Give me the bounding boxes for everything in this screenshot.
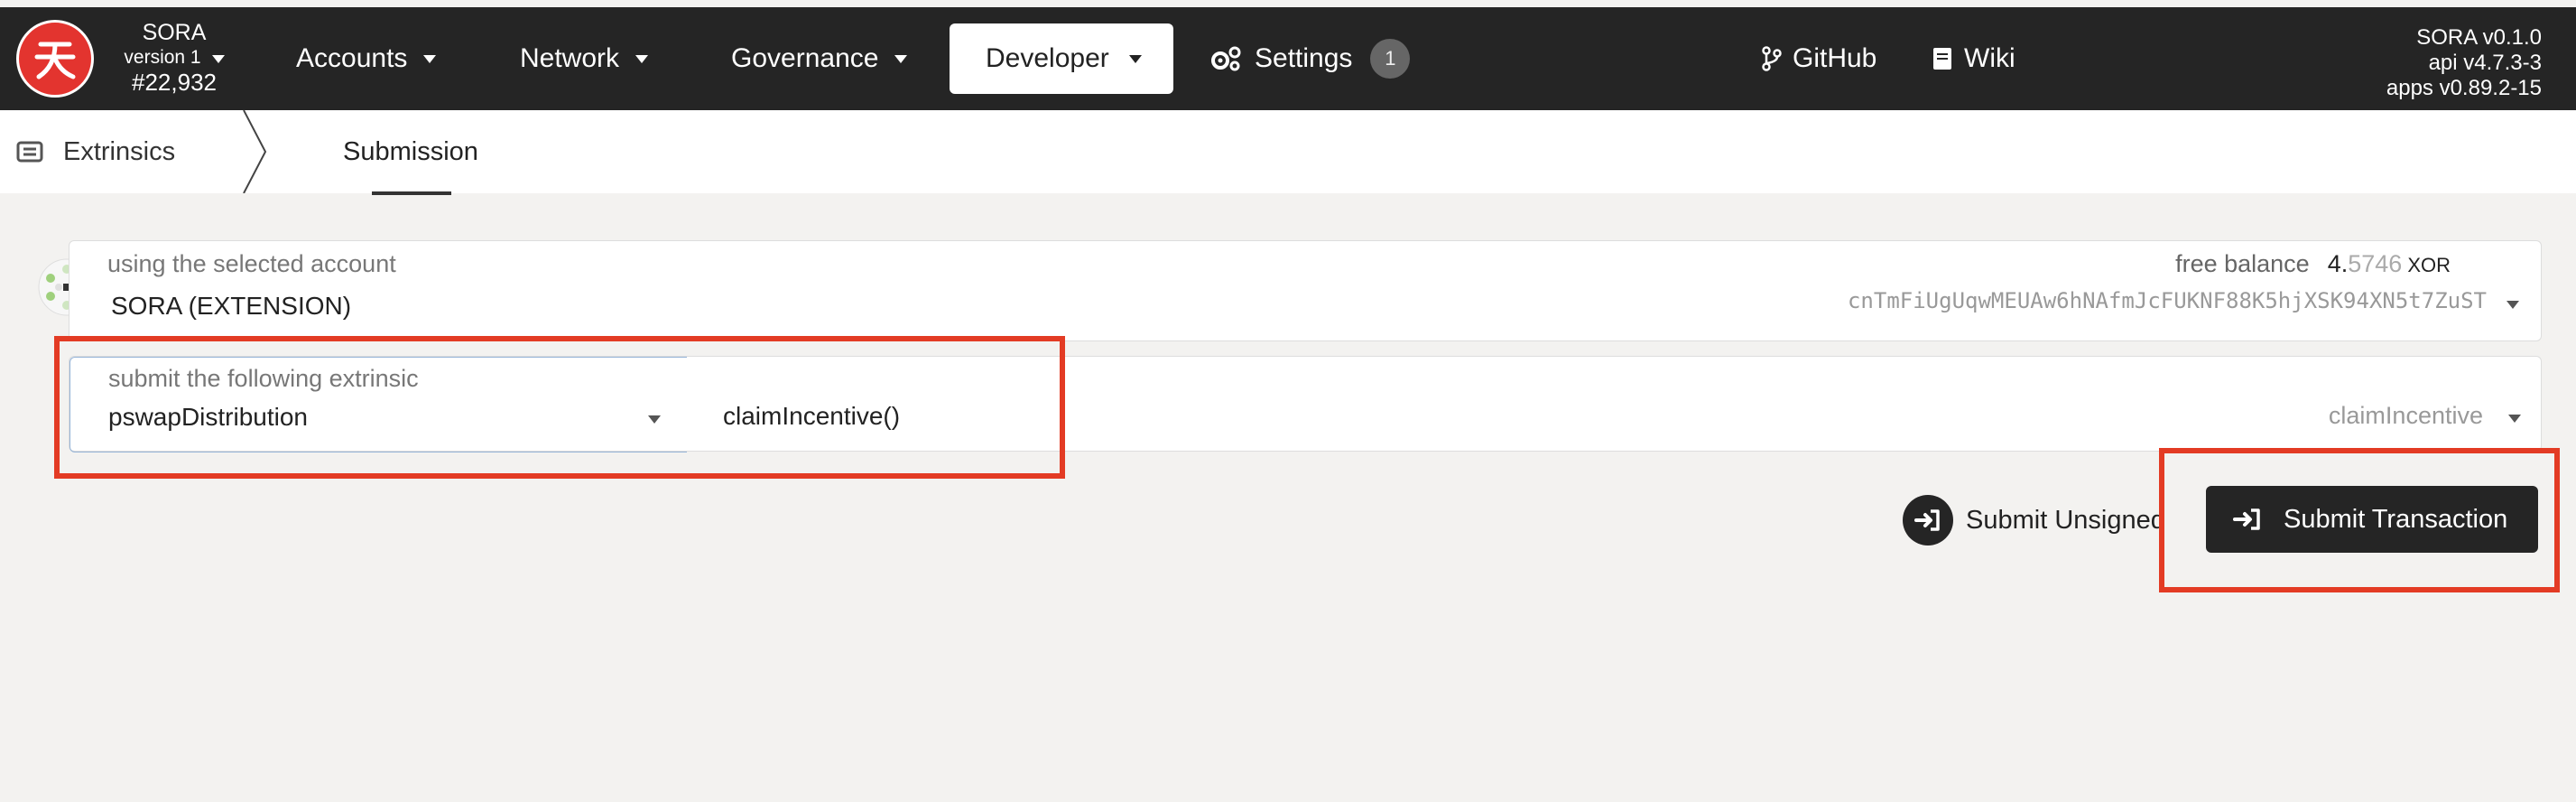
extrinsic-highlight-box	[54, 336, 1065, 479]
code-branch-icon	[1762, 46, 1782, 71]
nav-settings-label: Settings	[1255, 43, 1353, 73]
chevron-down-icon[interactable]	[2507, 301, 2519, 309]
breadcrumb-extrinsics-label: Extrinsics	[63, 136, 176, 166]
nav-wiki-label: Wiki	[1964, 43, 2015, 73]
api-version: api v4.7.3-3	[2428, 51, 2542, 75]
nav-network-label: Network	[520, 43, 620, 73]
chevron-down-icon	[635, 54, 649, 63]
cogs-icon	[1209, 45, 1244, 72]
breadcrumb-extrinsics: Extrinsics	[16, 110, 175, 193]
nav-network[interactable]: Network	[500, 23, 668, 94]
sign-in-icon	[1903, 495, 1953, 546]
nav-accounts-label: Accounts	[296, 43, 408, 73]
nav-wiki[interactable]: Wiki	[1912, 23, 2035, 94]
submit-unsigned-button[interactable]: Submit Unsigned	[1903, 493, 2165, 547]
active-tab-underline	[372, 191, 451, 195]
chain-version: version 1	[124, 47, 201, 68]
nav-accounts[interactable]: Accounts	[276, 23, 456, 94]
nav-github[interactable]: GitHub	[1742, 23, 1896, 94]
balance-integer: 4.	[2327, 250, 2349, 277]
settings-count-badge: 1	[1370, 39, 1411, 79]
nav-governance[interactable]: Governance	[711, 23, 927, 94]
balance-decimal: 5746	[2348, 250, 2403, 277]
block-number: #22,932	[132, 69, 217, 96]
sora-logo-icon[interactable]	[16, 20, 94, 98]
breadcrumb-separator-icon	[243, 110, 267, 193]
account-name: SORA (EXTENSION)	[111, 292, 352, 320]
nav-developer-label: Developer	[986, 43, 1109, 73]
method-dropdown-label[interactable]: claimIncentive	[2329, 402, 2483, 430]
version-info: SORA v0.1.0 api v4.7.3-3 apps v0.89.2-15	[2386, 25, 2542, 101]
tab-submission[interactable]: Submission	[343, 110, 478, 193]
nav-developer[interactable]: Developer	[950, 23, 1173, 94]
chain-selector[interactable]: SORA version 1 #22,932	[107, 22, 242, 94]
chevron-down-icon	[894, 54, 908, 63]
chevron-down-icon	[211, 55, 225, 64]
node-version: SORA v0.1.0	[2416, 25, 2542, 50]
account-selector[interactable]: using the selected account SORA (EXTENSI…	[69, 240, 2542, 341]
nav-governance-label: Governance	[731, 43, 879, 73]
top-navbar: SORA version 1 #22,932 Accounts Network …	[0, 7, 2576, 110]
submit-unsigned-label: Submit Unsigned	[1966, 505, 2165, 535]
tab-submission-label: Submission	[343, 136, 478, 166]
balance-unit: XOR	[2407, 254, 2451, 276]
chevron-down-icon	[423, 54, 437, 63]
free-balance-label: free balance	[2175, 250, 2310, 277]
envelope-icon	[16, 139, 43, 164]
nav-settings[interactable]: Settings 1	[1190, 23, 1430, 94]
chevron-down-icon[interactable]	[2508, 415, 2521, 423]
nav-github-label: GitHub	[1793, 43, 1877, 73]
apps-version: apps v0.89.2-15	[2386, 76, 2542, 100]
sub-navbar: Extrinsics Submission	[0, 110, 2576, 195]
account-label: using the selected account	[107, 250, 396, 277]
book-icon	[1932, 46, 1953, 71]
free-balance: free balance 4.5746 XOR	[2175, 250, 2451, 278]
chevron-down-icon	[1128, 54, 1142, 63]
submit-highlight-box	[2159, 448, 2560, 592]
account-address: cnTmFiUgUqwMEUAw6hNAfmJcFUKNF88K5hjXSK94…	[1847, 288, 2487, 313]
chain-name: SORA	[142, 20, 207, 45]
